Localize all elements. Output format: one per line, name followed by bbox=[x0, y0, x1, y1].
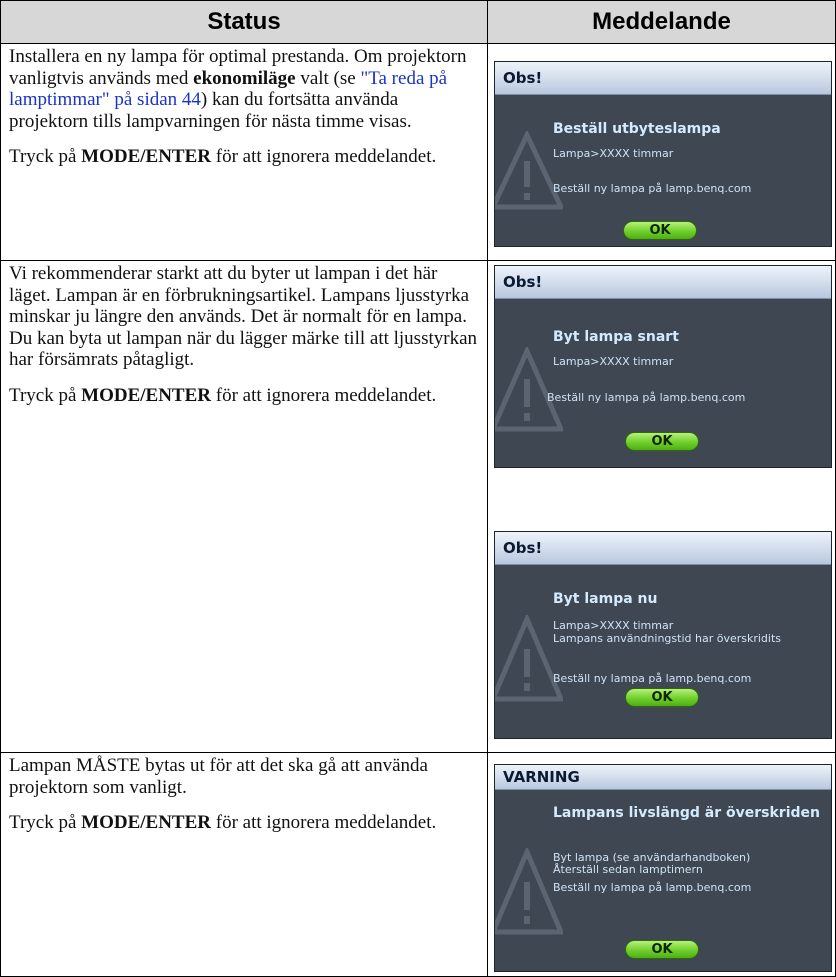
dialog-line3: Beställ ny lampa på lamp.benq.com bbox=[553, 182, 752, 195]
ok-button[interactable]: OK bbox=[625, 940, 699, 959]
row2-paragraph1: Vi rekommenderar starkt att du byter ut … bbox=[9, 263, 478, 370]
dialog-line2: Återställ sedan lamptimern bbox=[553, 863, 703, 876]
dialog-title: Obs! bbox=[495, 266, 831, 299]
dialog-lamp-life-exceeded: VARNING Lampans livslängd är överskriden… bbox=[494, 764, 832, 972]
dialog-line1: Lampa>XXXX timmar bbox=[553, 355, 674, 368]
dialog-title: Obs! bbox=[495, 62, 831, 95]
row1-mode-enter: MODE/ENTER bbox=[81, 146, 211, 167]
dialog-heading: Byt lampa snart bbox=[553, 329, 679, 345]
ok-button[interactable]: OK bbox=[625, 688, 699, 707]
row3-paragraph1: Lampan MÅSTE bytas ut för att det ska gå… bbox=[9, 755, 428, 798]
dialog-title: Obs! bbox=[495, 532, 831, 565]
row3-text: Lampan MÅSTE bytas ut för att det ska gå… bbox=[9, 755, 479, 848]
row3-mode-enter: MODE/ENTER bbox=[81, 812, 211, 833]
ok-button[interactable]: OK bbox=[623, 221, 697, 240]
dialog-heading: Beställ utbyteslampa bbox=[553, 121, 721, 137]
dialog-heading: Byt lampa nu bbox=[553, 591, 658, 607]
row2-paragraph2: Tryck på MODE/ENTER för att ignorera med… bbox=[9, 385, 479, 407]
dialog-replace-lamp-soon: Obs! Byt lampa snart Lampa>XXXX timmar B… bbox=[494, 265, 832, 468]
row1-p2-pre: Tryck på bbox=[9, 146, 82, 167]
dialog-line3: Beställ ny lampa på lamp.benq.com bbox=[553, 881, 752, 894]
row2-mode-enter: MODE/ENTER bbox=[81, 384, 211, 406]
row3-paragraph2: Tryck på MODE/ENTER för att ignorera med… bbox=[9, 812, 479, 834]
dialog-line1: Lampa>XXXX timmar bbox=[553, 619, 674, 632]
dialog-line3: Beställ ny lampa på lamp.benq.com bbox=[547, 391, 746, 404]
row2-p2-pre: Tryck på bbox=[9, 384, 82, 406]
dialog-title: VARNING bbox=[495, 765, 831, 790]
row2-status-cell: Vi rekommenderar starkt att du byter ut … bbox=[0, 260, 488, 753]
column-header-message: Meddelande bbox=[487, 0, 836, 44]
row1-text: Installera en ny lampa för optimal prest… bbox=[9, 46, 479, 182]
ok-button[interactable]: OK bbox=[625, 432, 699, 451]
dialog-line1: Lampa>XXXX timmar bbox=[553, 147, 674, 160]
column-header-status: Status bbox=[0, 0, 488, 44]
dialog-replace-lamp-now: Obs! Byt lampa nu Lampa>XXXX timmar Lamp… bbox=[494, 531, 832, 739]
row2-p2-post: för att ignorera meddelandet. bbox=[211, 384, 437, 406]
dialog-line2: Lampans användningstid har överskridits bbox=[553, 632, 782, 645]
row1-paragraph1: Installera en ny lampa för optimal prest… bbox=[9, 46, 479, 132]
warning-triangle-icon bbox=[495, 131, 563, 210]
row1-p1-mid: valt (se bbox=[295, 67, 361, 89]
row1-paragraph2: Tryck på MODE/ENTER för att ignorera med… bbox=[9, 146, 479, 168]
lamp-status-table: Status Meddelande Installera en ny lampa… bbox=[0, 0, 836, 977]
row2-text: Vi rekommenderar starkt att du byter ut … bbox=[9, 263, 479, 420]
dialog-line3: Beställ ny lampa på lamp.benq.com bbox=[553, 672, 752, 685]
row3-status-cell: Lampan MÅSTE bytas ut för att det ska gå… bbox=[0, 752, 488, 977]
row1-status-cell: Installera en ny lampa för optimal prest… bbox=[0, 43, 488, 261]
dialog-order-replacement-lamp: Obs! Beställ utbyteslampa Lampa>XXXX tim… bbox=[494, 61, 832, 247]
row1-p2-post: för att ignorera meddelandet. bbox=[211, 146, 437, 167]
row3-p2-post: för att ignorera meddelandet. bbox=[211, 812, 437, 833]
dialog-heading: Lampans livslängd är överskriden bbox=[553, 805, 820, 821]
row3-p2-pre: Tryck på bbox=[9, 812, 82, 833]
row1-eco-mode: ekonomiläge bbox=[193, 67, 296, 89]
